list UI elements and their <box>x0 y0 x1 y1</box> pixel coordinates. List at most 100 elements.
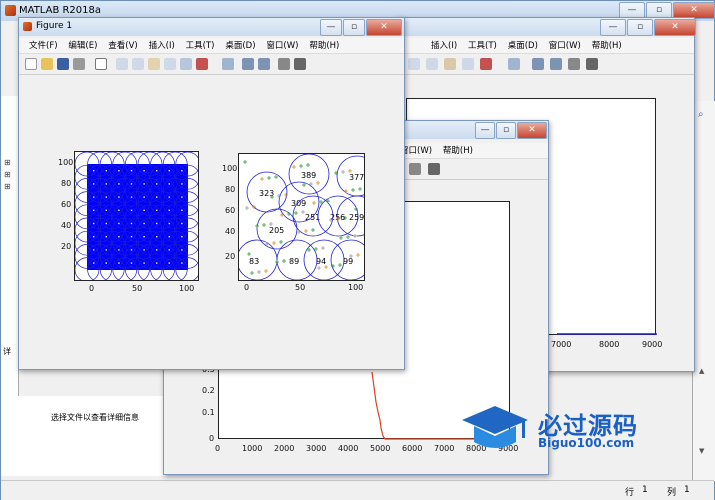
minimize-icon[interactable]: — <box>320 19 342 36</box>
maximize-icon[interactable]: ▫ <box>496 122 516 139</box>
zoom-in-icon[interactable] <box>116 58 128 70</box>
grid-point <box>118 183 120 185</box>
menu-file[interactable]: 文件(F) <box>29 38 58 54</box>
grid-point <box>93 236 95 238</box>
sensor-marker <box>302 183 306 187</box>
grid-point <box>105 170 107 172</box>
menu-desktop[interactable]: 桌面(D) <box>508 38 538 54</box>
left-subplot-axes[interactable] <box>74 151 199 281</box>
hide-plot-tools-icon[interactable] <box>409 163 421 175</box>
right-subplot-axes[interactable]: 32338937730925125625920583899499 <box>238 153 365 281</box>
sensor-marker <box>358 187 362 191</box>
new-figure-icon[interactable] <box>25 58 37 70</box>
brush-icon[interactable] <box>196 58 208 70</box>
grid-point <box>181 262 183 264</box>
bottom-ytick: 0.1 <box>202 408 215 417</box>
rotate-icon[interactable] <box>164 58 176 70</box>
circle-label: 83 <box>249 257 259 266</box>
save-icon[interactable] <box>57 58 69 70</box>
grid-point <box>168 183 170 185</box>
brush-icon[interactable] <box>480 58 492 70</box>
circle-label: 99 <box>343 257 353 266</box>
menu-insert[interactable]: 插入(I) <box>431 38 457 54</box>
grid-point <box>143 183 145 185</box>
grid-point <box>105 222 107 225</box>
data-cursor-icon[interactable] <box>180 58 192 70</box>
grid-point <box>168 209 170 211</box>
colorbar-icon[interactable] <box>532 58 544 70</box>
grid-point <box>118 209 120 211</box>
sensor-marker <box>292 165 296 169</box>
menu-tools[interactable]: 工具(T) <box>468 38 497 54</box>
left-ytick: 20 <box>61 242 72 251</box>
maximize-icon[interactable]: ▫ <box>627 19 653 36</box>
data-cursor-icon[interactable] <box>462 58 474 70</box>
zoom-in-icon[interactable] <box>408 58 420 70</box>
grid-point <box>181 236 183 238</box>
zoom-out-icon[interactable] <box>132 58 144 70</box>
grid-point <box>105 183 107 185</box>
sensor-marker <box>294 211 298 215</box>
sensor-marker <box>284 193 288 197</box>
grid-point <box>130 196 133 198</box>
grid-point <box>168 262 170 264</box>
menu-help[interactable]: 帮助(H) <box>309 38 339 54</box>
menu-window[interactable]: 窗口(W) <box>266 38 298 54</box>
scroll-down-icon[interactable]: ▼ <box>699 447 704 455</box>
menu-window[interactable]: 窗口(W) <box>549 38 581 54</box>
hide-plot-tools-icon[interactable] <box>568 58 580 70</box>
figure-title-bar[interactable]: — ▫ ✕ <box>396 18 696 36</box>
print-icon[interactable] <box>73 58 85 70</box>
sensor-marker <box>338 263 342 267</box>
hide-plot-tools-icon[interactable] <box>278 58 290 70</box>
left-xtick: 0 <box>89 284 95 293</box>
left-ytick: 80 <box>61 179 72 188</box>
status-bar: 行 1 列 1 <box>1 480 714 500</box>
minimize-icon[interactable]: — <box>600 19 626 36</box>
menu-desktop[interactable]: 桌面(D) <box>225 38 255 54</box>
search-icon[interactable]: ⌕ <box>698 109 704 120</box>
figure-title-bar[interactable]: Figure 1 — ▫ ✕ <box>19 18 404 36</box>
grid-point <box>181 183 183 185</box>
sensor-marker <box>260 177 264 181</box>
right-xtick: 50 <box>295 283 306 292</box>
select-arrow-icon[interactable] <box>95 58 107 70</box>
sensor-marker <box>317 266 321 270</box>
colorbar-icon[interactable] <box>242 58 254 70</box>
sensor-marker <box>353 234 357 238</box>
window-controls: — ▫ ✕ <box>319 19 402 36</box>
menu-help[interactable]: 帮助(H) <box>443 143 473 159</box>
menu-edit[interactable]: 编辑(E) <box>68 38 97 54</box>
maximize-icon[interactable]: ▫ <box>343 19 365 36</box>
show-plot-tools-icon[interactable] <box>586 58 598 70</box>
show-plot-tools-icon[interactable] <box>294 58 306 70</box>
close-icon[interactable]: ✕ <box>654 19 696 36</box>
grid-point <box>118 196 120 198</box>
menu-insert[interactable]: 插入(I) <box>149 38 175 54</box>
close-icon[interactable]: ✕ <box>366 19 402 36</box>
tree-expand-icon[interactable]: ⊞ <box>4 170 11 179</box>
show-plot-tools-icon[interactable] <box>428 163 440 175</box>
left-ytick: 60 <box>61 200 72 209</box>
minimize-icon[interactable]: — <box>475 122 495 139</box>
menu-view[interactable]: 查看(V) <box>108 38 137 54</box>
sensor-marker <box>279 240 283 244</box>
pan-icon[interactable] <box>148 58 160 70</box>
scroll-up-icon[interactable]: ▲ <box>699 367 704 375</box>
link-icon[interactable] <box>508 58 520 70</box>
rotate-icon[interactable] <box>444 58 456 70</box>
menu-help[interactable]: 帮助(H) <box>592 38 622 54</box>
tree-expand-icon[interactable]: ⊞ <box>4 182 11 191</box>
legend-icon[interactable] <box>258 58 270 70</box>
grid-point <box>93 183 95 185</box>
sensor-marker <box>311 228 315 232</box>
zoom-out-icon[interactable] <box>426 58 438 70</box>
sensor-marker <box>299 164 303 168</box>
right-ytick: 80 <box>225 185 236 194</box>
open-file-icon[interactable] <box>41 58 53 70</box>
tree-expand-icon[interactable]: ⊞ <box>4 158 11 167</box>
link-icon[interactable] <box>222 58 234 70</box>
legend-icon[interactable] <box>550 58 562 70</box>
menu-tools[interactable]: 工具(T) <box>186 38 215 54</box>
close-icon[interactable]: ✕ <box>517 122 547 139</box>
